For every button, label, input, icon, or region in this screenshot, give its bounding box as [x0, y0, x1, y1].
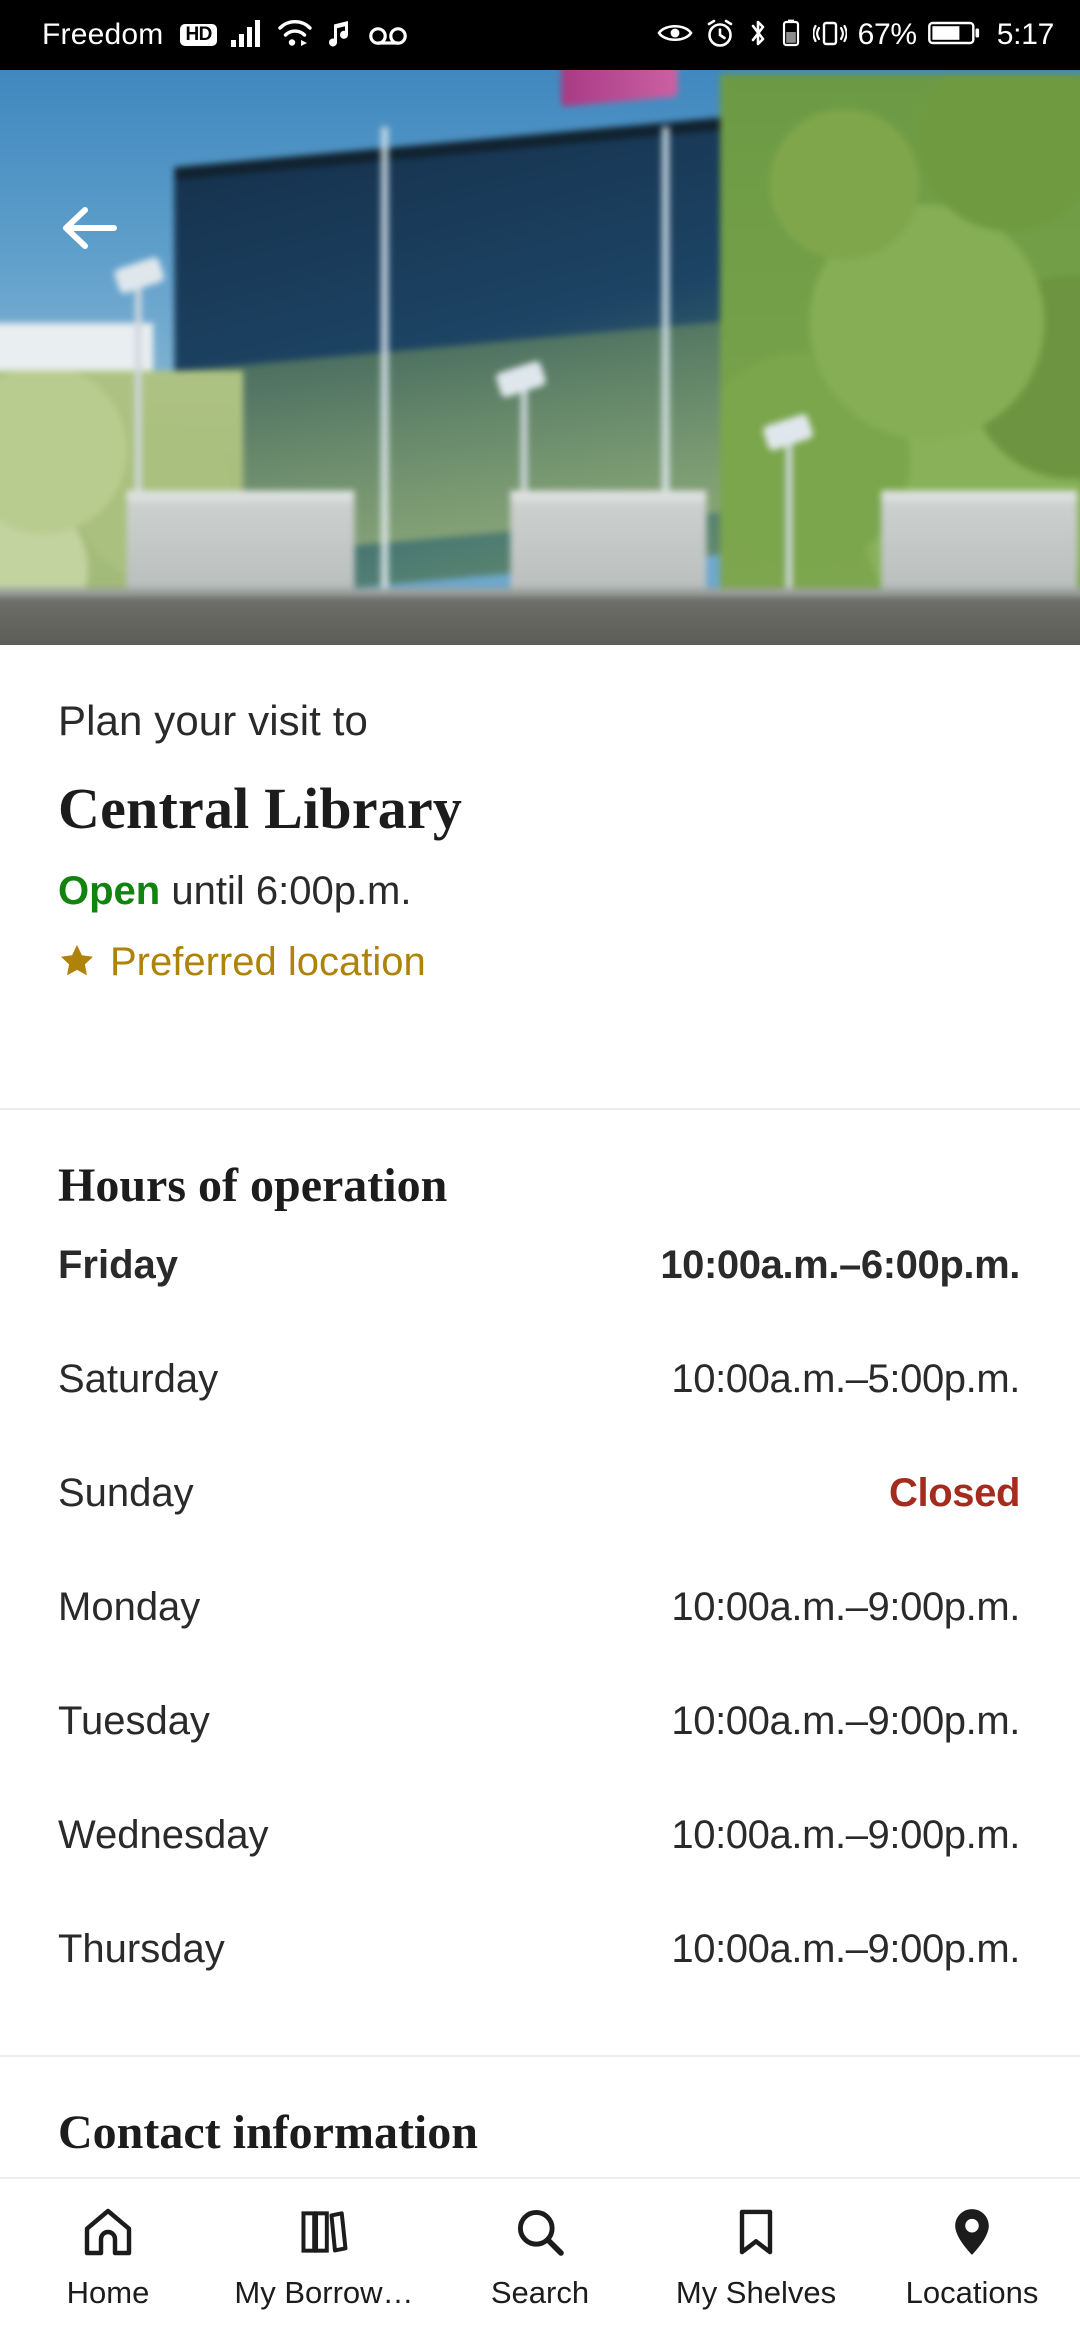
location-pin-icon [944, 2203, 1000, 2261]
hours-time-label: 10:00a.m.–5:00p.m. [671, 1357, 1020, 1401]
nav-item-home[interactable]: Home [0, 2179, 216, 2311]
status-bar-left: Freedom HD [42, 18, 409, 53]
wifi-icon [277, 18, 313, 53]
hours-day-label: Sunday [58, 1471, 194, 1515]
open-status-word: Open [58, 869, 161, 913]
hours-row: Friday 10:00a.m.–6:00p.m. [0, 1243, 1080, 1357]
hours-time-label: 10:00a.m.–9:00p.m. [671, 1927, 1020, 1971]
plan-visit-label: Plan your visit to [58, 697, 368, 744]
hours-day-label: Wednesday [58, 1813, 269, 1857]
home-icon [80, 2203, 136, 2261]
hours-heading: Hours of operation [58, 1159, 448, 1212]
nav-item-label: My Borrow… [234, 2275, 414, 2310]
contact-information-heading: Contact information [58, 2106, 478, 2159]
back-button[interactable] [48, 188, 132, 272]
hours-time-label: 10:00a.m.–9:00p.m. [671, 1699, 1020, 1743]
hours-of-operation-section: Hours of operation Friday 10:00a.m.–6:00p… [0, 1110, 1080, 2041]
hd-badge-icon: HD [180, 23, 217, 47]
nav-item-my-shelves[interactable]: My Shelves [648, 2179, 864, 2311]
books-icon [296, 2203, 352, 2261]
app-screen: Freedom HD 67% 5:17 Plan your visit to C… [0, 0, 1080, 2340]
bookmark-icon [728, 2203, 784, 2261]
back-arrow-icon [61, 204, 119, 257]
hours-row: Saturday 10:00a.m.–5:00p.m. [0, 1357, 1080, 1471]
nav-item-label: Home [66, 2275, 150, 2310]
open-status-rest: until 6:00p.m. [160, 869, 412, 913]
nav-item-locations[interactable]: Locations [864, 2179, 1080, 2311]
battery-icon [927, 19, 980, 52]
clock-label: 5:17 [996, 18, 1055, 51]
hours-row: Tuesday 10:00a.m.–9:00p.m. [0, 1699, 1080, 1813]
preferred-location-badge[interactable]: Preferred location [0, 914, 1080, 985]
bottom-navigation-bar: Home My Borrow… Search My Shelves Locations [0, 2177, 1080, 2340]
nav-item-my-borrow[interactable]: My Borrow… [216, 2179, 432, 2311]
nav-item-search[interactable]: Search [432, 2179, 648, 2311]
hours-day-label: Saturday [58, 1357, 219, 1401]
hours-row: Sunday Closed [0, 1471, 1080, 1585]
hours-closed-label: Closed [889, 1471, 1020, 1515]
carrier-label: Freedom [42, 18, 164, 51]
open-status: Open until 6:00p.m. [0, 842, 1080, 914]
nav-item-label: My Shelves [675, 2275, 837, 2310]
location-intro: Plan your visit to Central Library Open … [0, 645, 1080, 985]
page-title: Central Library [58, 776, 463, 841]
hero-image [0, 70, 1080, 645]
bluetooth-icon [747, 18, 769, 53]
vibrate-icon [811, 18, 848, 53]
hours-time-label: 10:00a.m.–9:00p.m. [671, 1585, 1020, 1629]
eye-icon [657, 19, 693, 52]
hours-day-label: Thursday [58, 1927, 225, 1971]
hours-time-label: 10:00a.m.–9:00p.m. [671, 1813, 1020, 1857]
hours-day-label: Tuesday [58, 1699, 210, 1743]
hours-day-label: Monday [58, 1585, 201, 1629]
hours-row: Monday 10:00a.m.–9:00p.m. [0, 1585, 1080, 1699]
status-bar-right: 67% 5:17 [657, 18, 1054, 53]
nav-item-label: Locations [905, 2275, 1039, 2310]
status-bar: Freedom HD 67% 5:17 [0, 0, 1080, 70]
hours-day-label: Friday [58, 1243, 179, 1287]
library-photo [0, 70, 1080, 645]
hours-table: Friday 10:00a.m.–6:00p.m. Saturday 10:00a.m… [0, 1243, 1080, 2041]
preferred-location-label: Preferred location [110, 940, 426, 984]
divider-above-contact [0, 2055, 1080, 2057]
hours-time-label: 10:00a.m.–6:00p.m. [660, 1243, 1020, 1287]
bluetooth-battery-icon [780, 18, 802, 53]
hours-row: Wednesday 10:00a.m.–9:00p.m. [0, 1813, 1080, 1927]
voicemail-icon [367, 18, 409, 53]
nav-item-label: Search [490, 2275, 590, 2310]
alarm-clock-icon [704, 18, 736, 53]
signal-bars-icon [230, 18, 264, 53]
star-icon [58, 942, 96, 984]
hours-row: Thursday 10:00a.m.–9:00p.m. [0, 1927, 1080, 2041]
battery-percent-label: 67% [857, 18, 917, 51]
music-note-icon [326, 18, 354, 53]
search-icon [512, 2203, 568, 2261]
